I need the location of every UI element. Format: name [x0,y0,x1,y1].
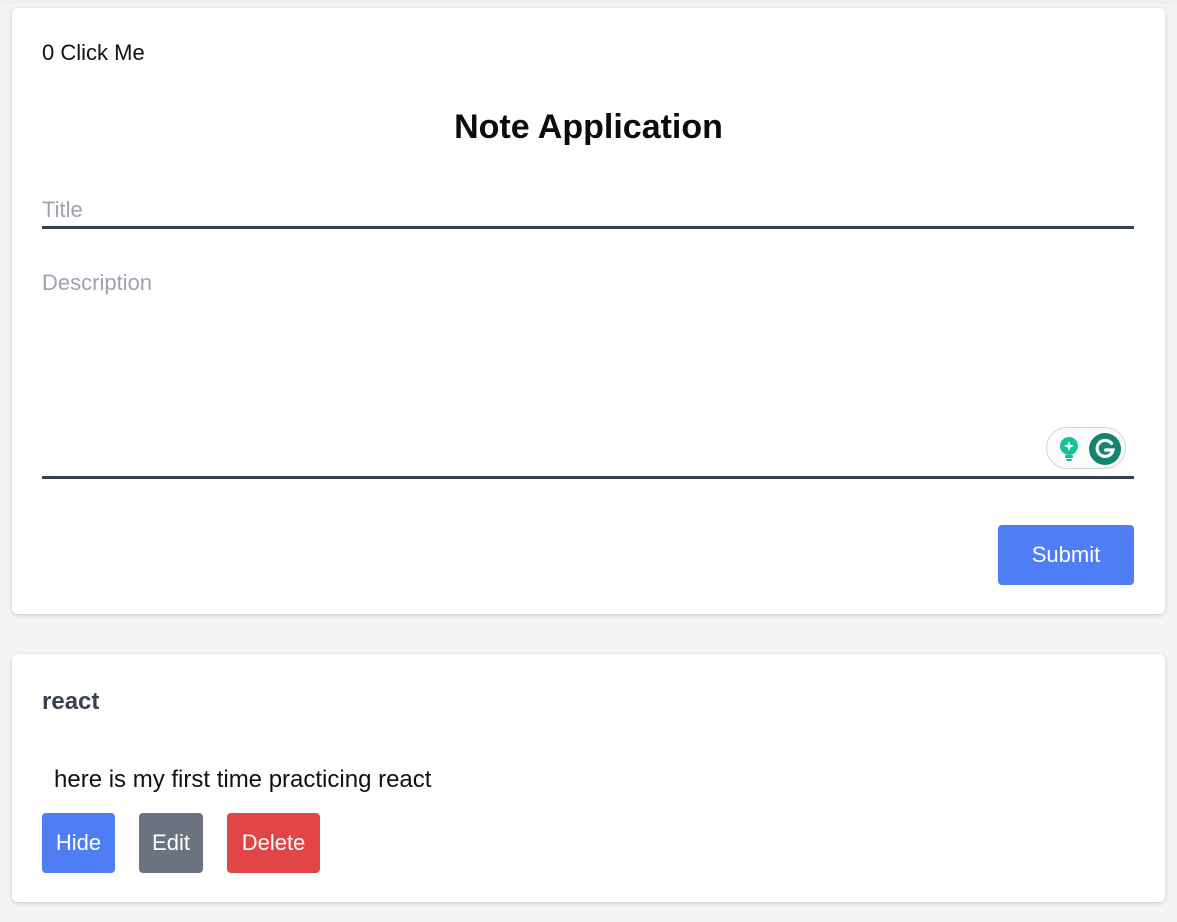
page-title: Note Application [454,108,723,146]
title-input[interactable] [42,194,1134,229]
note-title: react [42,688,100,715]
note-description: here is my first time practicing react [54,766,432,793]
grammarly-logo-icon[interactable] [1089,433,1121,465]
submit-button[interactable]: Submit [998,525,1134,585]
click-counter[interactable]: 0 Click Me [42,40,145,66]
hide-button[interactable]: Hide [42,813,115,873]
lightbulb-icon[interactable] [1055,435,1083,463]
note-card: react here is my first time practicing r… [12,654,1165,902]
description-textarea[interactable] [42,270,1134,479]
grammarly-widget[interactable] [1046,427,1126,469]
edit-button[interactable]: Edit [139,813,203,873]
top-edge [0,0,1177,4]
note-form-card: 0 Click Me Note Application Submit [12,8,1165,614]
counter-label: Click Me [60,40,145,65]
delete-button[interactable]: Delete [227,813,320,873]
counter-value: 0 [42,40,55,65]
